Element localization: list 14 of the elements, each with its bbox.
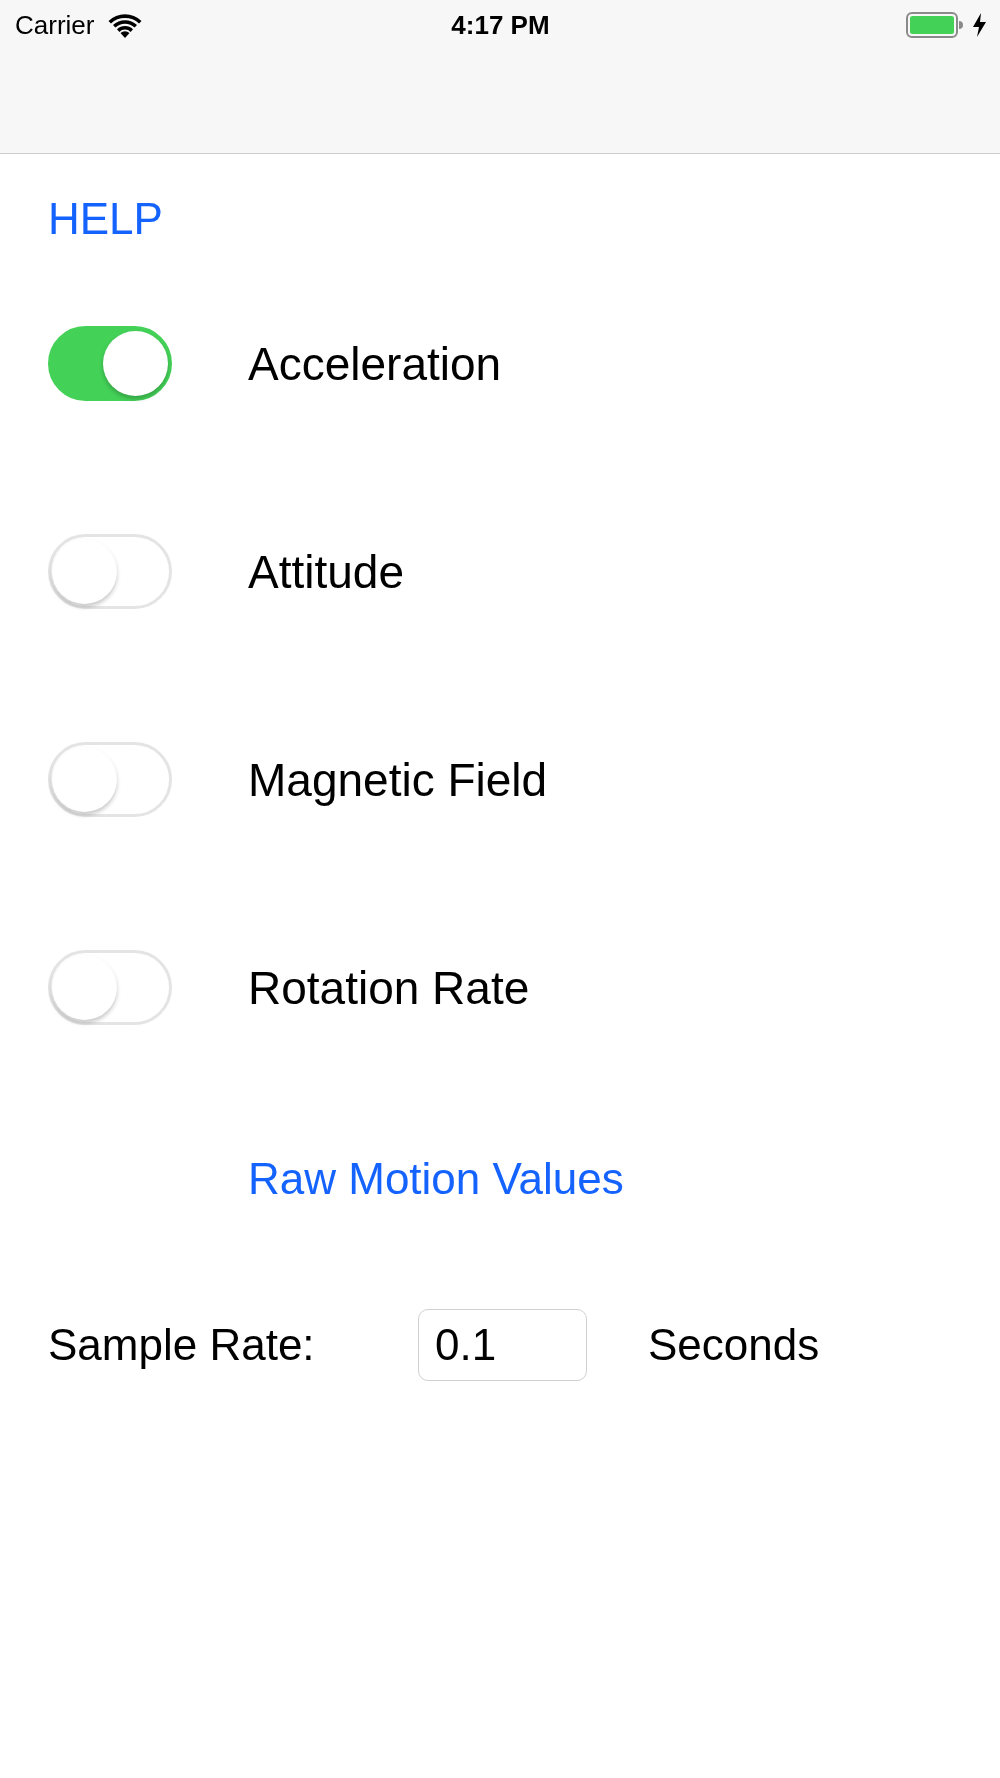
status-time: 4:17 PM	[451, 9, 550, 41]
charging-bolt-icon	[973, 13, 986, 37]
raw-motion-values-link[interactable]: Raw Motion Values	[248, 1156, 624, 1202]
sample-rate-label: Sample Rate:	[48, 1320, 315, 1370]
wifi-icon	[108, 12, 143, 38]
carrier-name: Carrier	[15, 9, 95, 41]
toggle-label: Acceleration	[248, 336, 502, 391]
toggle-label: Rotation Rate	[248, 960, 530, 1015]
sample-rate-input[interactable]: 0.1	[418, 1309, 587, 1381]
toggle-label: Attitude	[248, 544, 404, 599]
battery-icon	[906, 12, 963, 38]
toggle-label: Magnetic Field	[248, 752, 548, 807]
seconds-unit-label: Seconds	[648, 1320, 820, 1370]
help-link[interactable]: HELP	[48, 196, 163, 242]
